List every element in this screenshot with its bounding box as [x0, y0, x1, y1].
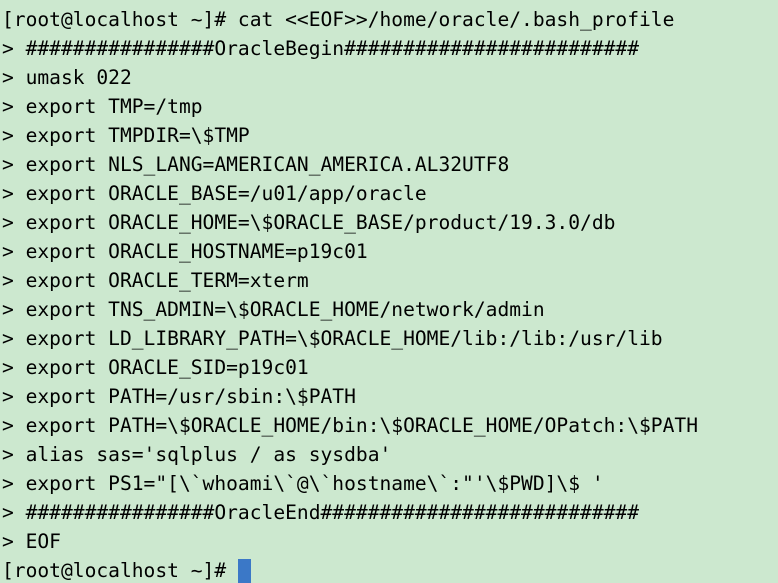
terminal-line: > ################OracleBegin###########…	[2, 37, 640, 60]
terminal-line: > export PS1="[\`whoami\`@\`hostname\`:"…	[2, 472, 604, 495]
text-cursor	[238, 558, 252, 583]
terminal-window[interactable]: [root@localhost ~]# cat <<EOF>>/home/ora…	[0, 0, 778, 583]
terminal-line: > export NLS_LANG=AMERICAN_AMERICA.AL32U…	[2, 153, 510, 176]
terminal-line: > EOF	[2, 530, 61, 553]
terminal-line: > ################OracleEnd#############…	[2, 501, 640, 524]
shell-prompt: [root@localhost ~]#	[2, 559, 227, 582]
terminal-line: > export TMPDIR=\$TMP	[2, 124, 250, 147]
terminal-line: [root@localhost ~]# cat <<EOF>>/home/ora…	[2, 8, 675, 31]
terminal-line: > alias sas='sqlplus / as sysdba'	[2, 443, 392, 466]
terminal-line: > export TNS_ADMIN=\$ORACLE_HOME/network…	[2, 298, 545, 321]
active-prompt-line[interactable]: [root@localhost ~]#	[2, 556, 778, 583]
terminal-line: > export ORACLE_SID=p19c01	[2, 356, 309, 379]
terminal-line: > umask 022	[2, 66, 132, 89]
terminal-line: > export ORACLE_HOME=\$ORACLE_BASE/produ…	[2, 211, 616, 234]
terminal-line: > export TMP=/tmp	[2, 95, 203, 118]
terminal-line: > export LD_LIBRARY_PATH=\$ORACLE_HOME/l…	[2, 327, 663, 350]
terminal-line: > export ORACLE_HOSTNAME=p19c01	[2, 240, 368, 263]
terminal-line: > export ORACLE_TERM=xterm	[2, 269, 309, 292]
terminal-line: > export PATH=/usr/sbin:\$PATH	[2, 385, 356, 408]
terminal-line: > export ORACLE_BASE=/u01/app/oracle	[2, 182, 427, 205]
terminal-line: > export PATH=\$ORACLE_HOME/bin:\$ORACLE…	[2, 414, 698, 437]
